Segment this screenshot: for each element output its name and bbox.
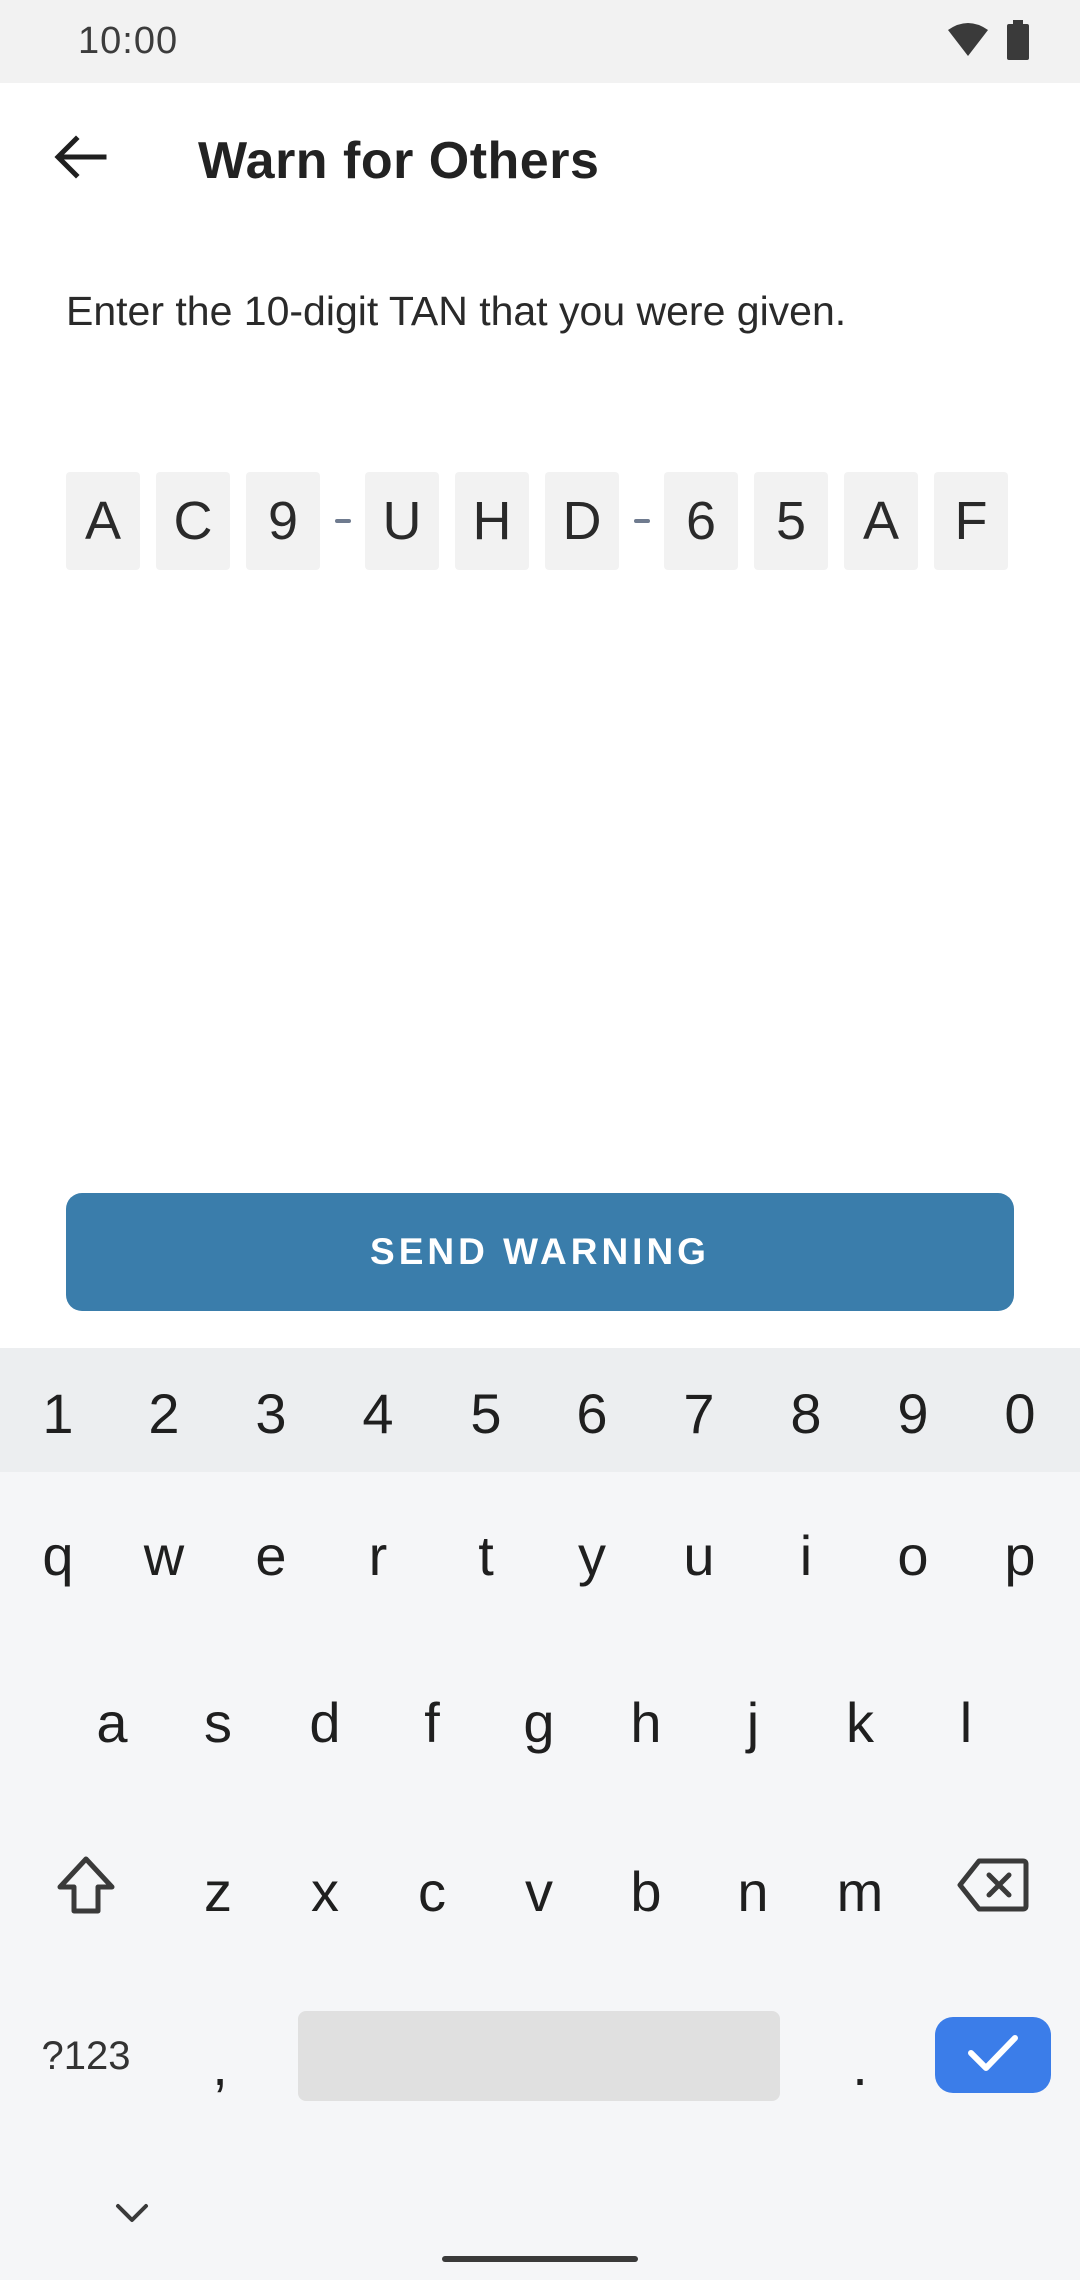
chevron-down-icon <box>114 2202 150 2229</box>
key-3[interactable]: 3 <box>235 1368 307 1458</box>
tan-char-cell[interactable]: C <box>156 472 230 570</box>
collapse-keyboard-button[interactable] <box>100 2190 164 2240</box>
key-e[interactable]: e <box>235 1510 307 1600</box>
space-key[interactable] <box>298 2011 780 2101</box>
tan-char-cell[interactable]: 5 <box>754 472 828 570</box>
key-4[interactable]: 4 <box>342 1368 414 1458</box>
status-bar: 10:00 <box>0 0 1080 83</box>
tan-char-cell[interactable]: D <box>545 472 619 570</box>
key-d[interactable]: d <box>289 1677 361 1767</box>
key-w[interactable]: w <box>128 1510 200 1600</box>
key-period[interactable]: . <box>830 2020 890 2110</box>
arrow-back-icon <box>52 134 108 184</box>
tan-char-cell[interactable]: F <box>934 472 1008 570</box>
key-0[interactable]: 0 <box>984 1368 1056 1458</box>
key-f[interactable]: f <box>396 1677 468 1767</box>
backspace-key[interactable] <box>950 1846 1036 1936</box>
key-c[interactable]: c <box>396 1846 468 1936</box>
key-y[interactable]: y <box>556 1510 628 1600</box>
tan-char-cell[interactable]: 9 <box>246 472 320 570</box>
tan-char-cell[interactable]: 6 <box>664 472 738 570</box>
key-7[interactable]: 7 <box>663 1368 735 1458</box>
symbols-key[interactable]: ?123 <box>30 2011 142 2101</box>
tan-char-cell[interactable]: U <box>365 472 439 570</box>
key-2[interactable]: 2 <box>128 1368 200 1458</box>
key-g[interactable]: g <box>503 1677 575 1767</box>
wifi-icon <box>946 22 990 63</box>
key-l[interactable]: l <box>930 1677 1002 1767</box>
tan-char-cell[interactable]: A <box>844 472 918 570</box>
key-1[interactable]: 1 <box>22 1368 94 1458</box>
key-h[interactable]: h <box>610 1677 682 1767</box>
instruction-text: Enter the 10-digit TAN that you were giv… <box>66 288 847 334</box>
key-6[interactable]: 6 <box>556 1368 628 1458</box>
shift-key[interactable] <box>44 1846 128 1936</box>
key-k[interactable]: k <box>824 1677 896 1767</box>
key-n[interactable]: n <box>717 1846 789 1936</box>
tan-separator <box>331 472 355 570</box>
key-t[interactable]: t <box>450 1510 522 1600</box>
key-z[interactable]: z <box>182 1846 254 1936</box>
key-s[interactable]: s <box>182 1677 254 1767</box>
key-9[interactable]: 9 <box>877 1368 949 1458</box>
key-u[interactable]: u <box>663 1510 735 1600</box>
key-q[interactable]: q <box>22 1510 94 1600</box>
key-a[interactable]: a <box>76 1677 148 1767</box>
key-o[interactable]: o <box>877 1510 949 1600</box>
key-j[interactable]: j <box>717 1677 789 1767</box>
app-bar: Warn for Others <box>0 83 1080 243</box>
key-i[interactable]: i <box>770 1510 842 1600</box>
soft-keyboard <box>0 1348 1080 2280</box>
check-icon <box>965 2031 1021 2080</box>
key-8[interactable]: 8 <box>770 1368 842 1458</box>
screen: 10:00 Warn for Others Enter the 10-digit… <box>0 0 1080 2280</box>
send-warning-button[interactable]: SEND WARNING <box>66 1193 1014 1311</box>
gesture-nav-handle[interactable] <box>442 2256 638 2262</box>
shift-icon <box>54 1855 118 1928</box>
key-p[interactable]: p <box>984 1510 1056 1600</box>
back-button[interactable] <box>40 119 120 199</box>
tan-char-cell[interactable]: H <box>455 472 529 570</box>
key-comma[interactable]: , <box>190 2020 250 2110</box>
key-m[interactable]: m <box>824 1846 896 1936</box>
backspace-icon <box>957 1857 1029 1926</box>
battery-icon <box>1006 19 1030 65</box>
key-5[interactable]: 5 <box>450 1368 522 1458</box>
key-r[interactable]: r <box>342 1510 414 1600</box>
tan-char-cell[interactable]: A <box>66 472 140 570</box>
key-v[interactable]: v <box>503 1846 575 1936</box>
page-title: Warn for Others <box>198 132 600 190</box>
done-key[interactable] <box>935 2017 1051 2093</box>
status-icons <box>946 19 1030 65</box>
status-time: 10:00 <box>78 20 179 62</box>
key-x[interactable]: x <box>289 1846 361 1936</box>
tan-separator <box>630 472 654 570</box>
key-b[interactable]: b <box>610 1846 682 1936</box>
